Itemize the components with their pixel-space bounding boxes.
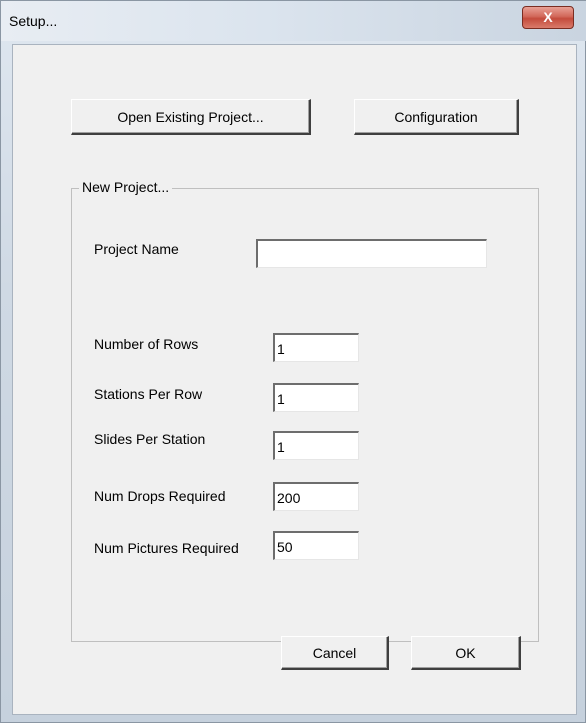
stations-per-row-label: Stations Per Row xyxy=(94,386,203,402)
setup-window: Setup... X Open Existing Project... Conf… xyxy=(0,0,586,723)
configuration-label: Configuration xyxy=(394,108,478,125)
num-pictures-required-label: Num Pictures Required xyxy=(94,540,239,556)
ok-button[interactable]: OK xyxy=(411,636,521,670)
new-project-group-title: New Project... xyxy=(79,179,173,195)
project-name-input[interactable] xyxy=(256,239,487,268)
number-of-rows-label: Number of Rows xyxy=(94,336,199,352)
close-icon: X xyxy=(543,9,553,25)
configuration-button[interactable]: Configuration xyxy=(354,99,519,135)
num-drops-required-label: Num Drops Required xyxy=(94,488,226,504)
ok-label: OK xyxy=(455,644,476,661)
window-title: Setup... xyxy=(9,13,58,29)
dialog-client-area: Open Existing Project... Configuration N… xyxy=(12,44,577,715)
open-existing-project-button[interactable]: Open Existing Project... xyxy=(71,99,311,135)
slides-per-station-label: Slides Per Station xyxy=(94,431,206,447)
num-drops-required-input[interactable] xyxy=(273,482,359,511)
number-of-rows-input[interactable] xyxy=(273,333,359,362)
slides-per-station-input[interactable] xyxy=(273,431,359,460)
close-button[interactable]: X xyxy=(522,6,574,29)
project-name-label: Project Name xyxy=(94,241,179,257)
open-existing-project-label: Open Existing Project... xyxy=(117,108,264,125)
stations-per-row-input[interactable] xyxy=(273,383,359,412)
cancel-button[interactable]: Cancel xyxy=(281,636,389,670)
num-pictures-required-input[interactable] xyxy=(273,531,359,560)
cancel-label: Cancel xyxy=(312,644,357,661)
title-bar[interactable]: Setup... X xyxy=(1,1,586,41)
